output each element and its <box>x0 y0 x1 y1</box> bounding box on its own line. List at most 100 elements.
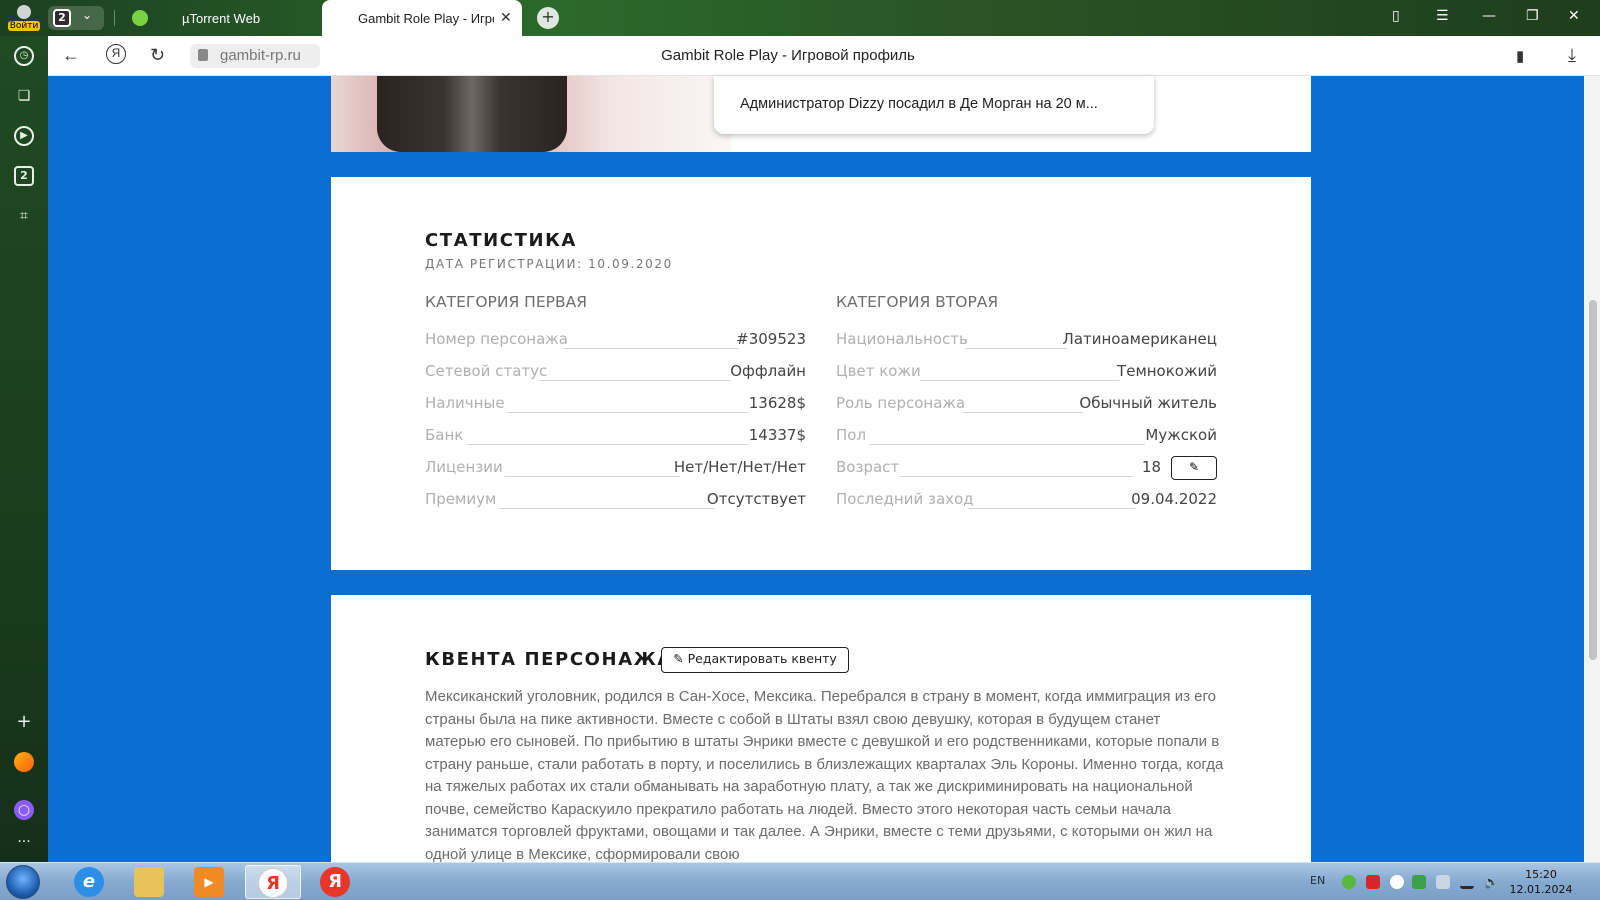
dotted-divider <box>966 348 1067 349</box>
bio-text: Мексиканский уголовник, родился в Сан-Хо… <box>425 688 1224 862</box>
taskbar-yandex[interactable]: Я <box>308 865 364 899</box>
close-window-icon[interactable]: ✕ <box>1568 8 1580 24</box>
yandex-icon: Я <box>320 867 350 897</box>
clock-time: 15:20 <box>1525 868 1557 881</box>
page-title: Gambit Role Play - Игровой профиль <box>661 47 915 64</box>
taskbar-ie[interactable]: e <box>62 865 118 899</box>
utorrent-tray-icon[interactable] <box>1342 875 1356 889</box>
stat-row-licenses: Лицензии Нет/Нет/Нет/Нет <box>425 458 806 480</box>
network-alert-icon[interactable] <box>1436 875 1450 889</box>
clock-date: 12.01.2024 <box>1509 883 1573 896</box>
windows-taskbar: e ▶ Я Я EN 🔈 15:20 12.01.2024 <box>0 862 1600 900</box>
tab-gambit[interactable]: Gambit Role Play - Игровой профиль ✕ <box>322 0 522 36</box>
stat-value: #309523 <box>736 330 806 348</box>
stat-value: 09.04.2022 <box>1131 490 1217 508</box>
bookmark-icon[interactable]: ▮ <box>1516 47 1524 65</box>
zen-icon[interactable] <box>14 752 34 772</box>
start-button[interactable] <box>6 865 40 899</box>
minimize-icon[interactable]: — <box>1482 8 1496 24</box>
user-avatar-icon <box>17 5 31 19</box>
browser-tab-bar: Войти 2 ⌄ µTorrent Web Gambit Role Play … <box>0 0 1600 36</box>
dotted-divider <box>900 476 1133 477</box>
dotted-divider <box>870 444 1145 445</box>
login-button[interactable]: Войти <box>6 3 42 33</box>
sidebar-tab-count[interactable]: 2 <box>14 166 34 186</box>
dotted-divider <box>507 412 748 413</box>
notification-toast[interactable]: Администратор Dizzy посадил в Де Морган … <box>714 76 1154 134</box>
character-figure <box>377 76 567 152</box>
edit-bio-button[interactable]: ✎ Редактировать квенту <box>661 647 849 673</box>
taskbar-clock[interactable]: 15:20 12.01.2024 <box>1508 867 1574 897</box>
taskbar-yandex-browser[interactable]: Я <box>245 865 301 899</box>
menu-icon[interactable]: ☰ <box>1436 8 1449 24</box>
more-icon[interactable]: ··· <box>14 832 34 852</box>
utorrent-icon <box>132 10 148 26</box>
tab-divider <box>114 10 115 26</box>
stat-value: Мужской <box>1145 426 1217 444</box>
bookmarks-panel-icon[interactable]: ▯ <box>1392 8 1400 24</box>
tab-count-button[interactable]: 2 ⌄ <box>48 6 104 30</box>
stat-label: Возраст <box>836 458 900 476</box>
bio-title: КВЕНТА ПЕРСОНАЖА <box>425 649 673 670</box>
stat-row-nationality: Национальность Латиноамериканец <box>836 330 1217 352</box>
dotted-divider <box>467 444 748 445</box>
security-tray-icon[interactable] <box>1412 875 1426 889</box>
stat-row-age: Возраст 18 <box>836 458 1161 480</box>
taskbar-explorer[interactable] <box>122 865 178 899</box>
stat-value: Латиноамериканец <box>1062 330 1217 348</box>
edit-bio-label: Редактировать квенту <box>687 651 837 666</box>
stat-label: Сетевой статус <box>425 362 548 380</box>
stat-row-skin-color: Цвет кожи Темнокожий <box>836 362 1217 384</box>
video-icon[interactable]: ▶ <box>14 126 34 146</box>
stats-title: СТАТИСТИКА <box>425 230 577 251</box>
chevron-down-icon[interactable]: ⌄ <box>82 8 92 22</box>
stat-value: Оффлайн <box>730 362 806 380</box>
statistics-card: СТАТИСТИКА ДАТА РЕГИСТРАЦИИ: 10.09.2020 … <box>331 177 1311 570</box>
language-indicator[interactable]: EN <box>1310 874 1325 887</box>
stat-label: Национальность <box>836 330 968 348</box>
media-player-icon: ▶ <box>194 867 224 897</box>
stat-value: 14337$ <box>748 426 806 444</box>
collections-icon[interactable]: ❏ <box>14 86 34 106</box>
stat-row-gender: Пол Мужской <box>836 426 1217 448</box>
stat-row-last-login: Последний заход 09.04.2022 <box>836 490 1217 512</box>
close-tab-icon[interactable]: ✕ <box>500 9 512 26</box>
dotted-divider <box>962 412 1083 413</box>
stat-row-bank: Банк 14337$ <box>425 426 806 448</box>
signal-icon[interactable] <box>1460 875 1474 889</box>
address-bar: ← Я ↻ gambit-rp.ru Gambit Role Play - Иг… <box>48 36 1600 76</box>
stat-label: Банк <box>425 426 464 444</box>
download-icon[interactable]: ⤓ <box>1568 45 1576 66</box>
taskbar-media[interactable]: ▶ <box>182 865 238 899</box>
screenshot-icon[interactable]: ⌗ <box>14 206 34 226</box>
stat-label: Пол <box>836 426 867 444</box>
tab-count: 2 <box>53 9 71 27</box>
dotted-divider <box>505 476 680 477</box>
scrollbar-thumb[interactable] <box>1589 300 1597 660</box>
stat-row-character-number: Номер персонажа #309523 <box>425 330 806 352</box>
new-tab-button[interactable]: + <box>537 7 559 29</box>
dotted-divider <box>499 508 714 509</box>
stat-row-network-status: Сетевой статус Оффлайн <box>425 362 806 384</box>
category-second-title: КАТЕГОРИЯ ВТОРАЯ <box>836 293 999 311</box>
ie-icon: e <box>74 867 104 897</box>
stat-value: Нет/Нет/Нет/Нет <box>673 458 806 476</box>
tab-utorrent[interactable]: µTorrent Web <box>130 0 320 36</box>
notification-text: Администратор Dizzy посадил в Де Морган … <box>740 96 1098 112</box>
stat-row-premium: Премиум Отсутствует <box>425 490 806 512</box>
history-icon[interactable]: ◷ <box>14 46 34 66</box>
registration-date: ДАТА РЕГИСТРАЦИИ: 10.09.2020 <box>425 257 673 271</box>
dotted-divider <box>563 348 738 349</box>
volume-icon[interactable]: 🔈 <box>1484 875 1499 889</box>
restore-icon[interactable]: ❐ <box>1526 8 1539 24</box>
edit-age-button[interactable]: ✎ <box>1171 456 1217 480</box>
stat-value: Обычный житель <box>1079 394 1217 412</box>
plus-icon[interactable]: + <box>14 712 34 732</box>
browser-sidebar: ◷ ❏ ▶ 2 ⌗ + ○ ··· <box>0 36 48 862</box>
alice-icon[interactable]: ○ <box>14 800 34 820</box>
stat-label: Наличные <box>425 394 505 412</box>
pencil-icon: ✎ <box>673 651 684 666</box>
stat-value: Отсутствует <box>706 490 806 508</box>
yandex-tray-icon[interactable] <box>1390 875 1404 889</box>
app-tray-icon[interactable] <box>1366 875 1380 889</box>
